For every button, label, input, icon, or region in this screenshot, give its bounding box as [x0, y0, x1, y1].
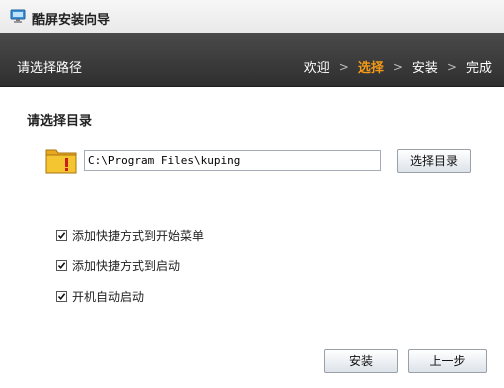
- step-welcome: 欢迎: [303, 61, 330, 76]
- option-start-menu-shortcut[interactable]: 添加快捷方式到开始菜单: [56, 227, 204, 244]
- option-auto-start[interactable]: 开机自动启动: [56, 288, 144, 305]
- chevron-right-icon: >: [446, 59, 457, 74]
- option-label: 添加快捷方式到启动: [72, 259, 181, 273]
- chevron-right-icon: >: [338, 59, 349, 74]
- checkbox[interactable]: [56, 291, 67, 302]
- browse-directory-button[interactable]: 选择目录: [397, 149, 471, 173]
- header-title: 请选择路径: [17, 61, 83, 76]
- checkbox[interactable]: [56, 230, 67, 241]
- folder-warning-icon: [45, 146, 77, 174]
- option-startup-shortcut[interactable]: 添加快捷方式到启动: [56, 257, 180, 274]
- install-button[interactable]: 安装: [324, 349, 398, 373]
- wizard-header: 请选择路径 欢迎 > 选择 > 安装 > 完成: [0, 33, 504, 87]
- app-monitor-icon: [10, 8, 26, 24]
- section-title: 请选择目录: [27, 114, 93, 129]
- title-bar: 酷屏安装向导: [0, 0, 504, 34]
- step-finish: 完成: [465, 61, 492, 76]
- option-label: 开机自动启动: [72, 290, 145, 304]
- chevron-right-icon: >: [392, 59, 403, 74]
- step-install: 安装: [411, 61, 438, 76]
- step-breadcrumb: 欢迎 > 选择 > 安装 > 完成: [303, 57, 492, 77]
- option-label: 添加快捷方式到开始菜单: [72, 229, 205, 243]
- install-path-input[interactable]: [84, 150, 381, 171]
- back-button[interactable]: 上一步: [408, 349, 487, 373]
- window-title: 酷屏安装向导: [32, 13, 111, 28]
- step-select: 选择: [357, 61, 384, 76]
- checkbox[interactable]: [56, 260, 67, 271]
